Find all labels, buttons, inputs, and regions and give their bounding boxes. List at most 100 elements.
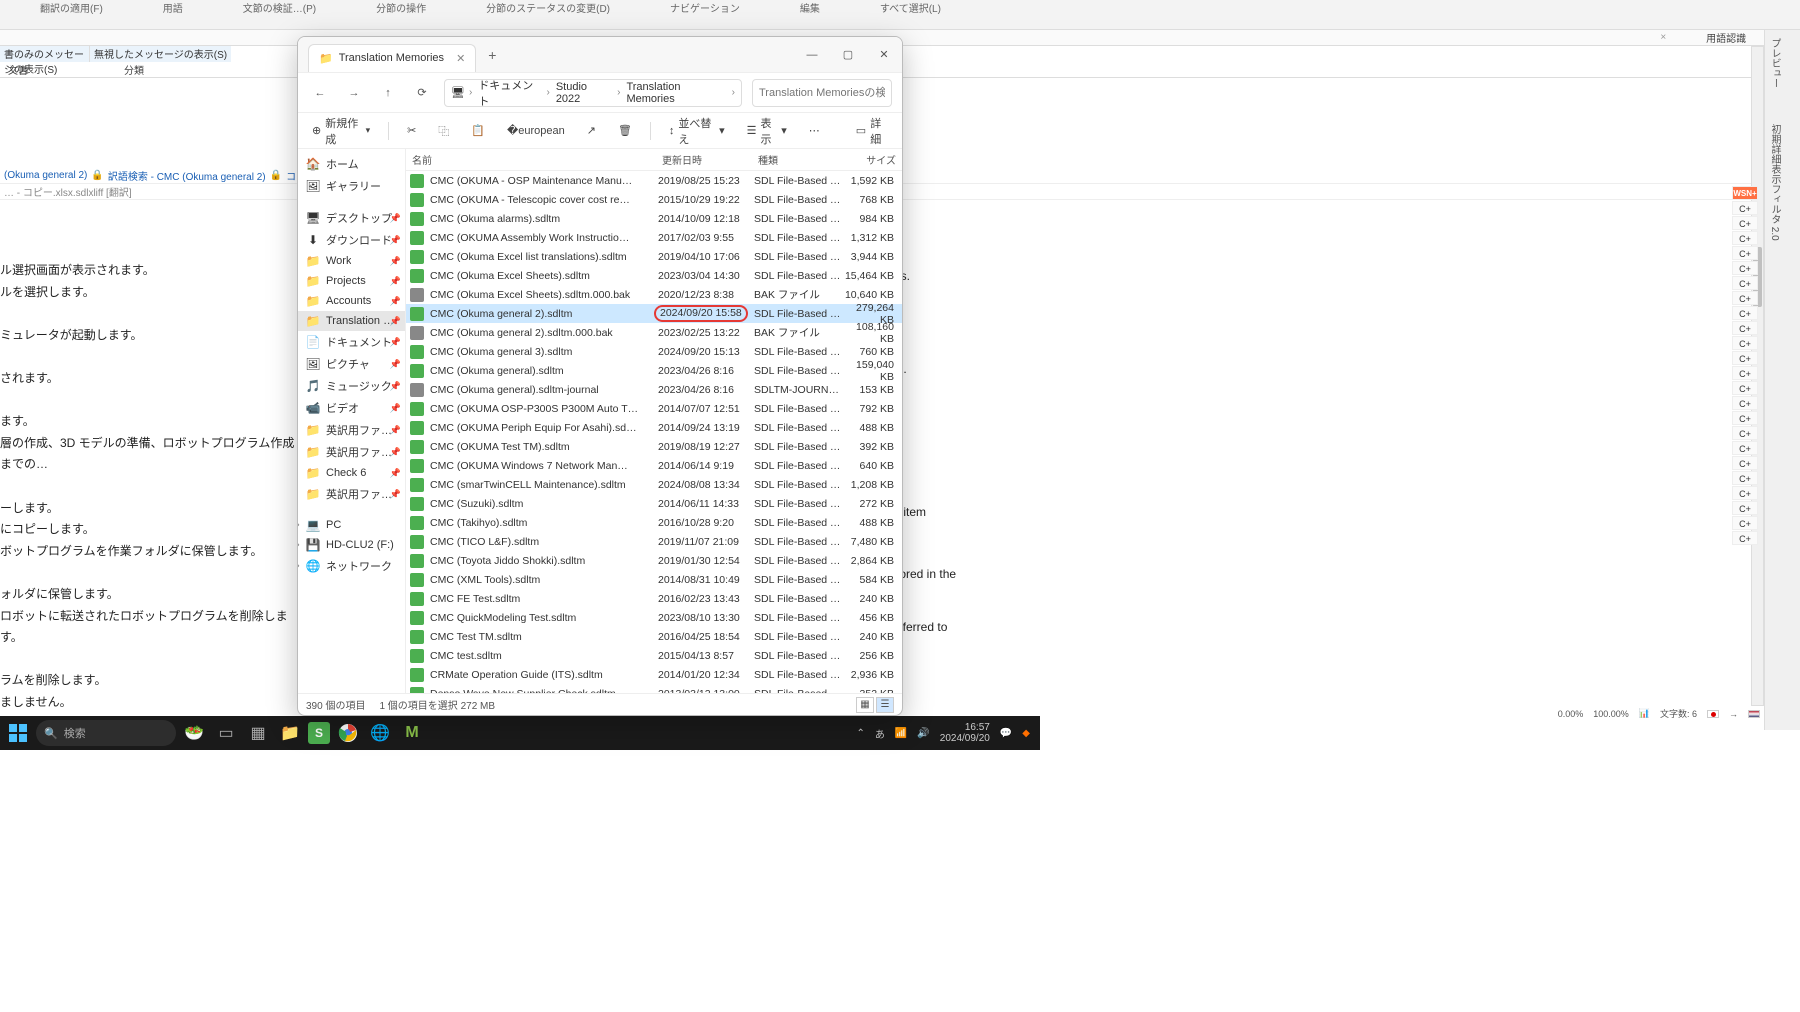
file-row[interactable]: CMC (OKUMA Assembly Work Instructio…2017… — [406, 228, 902, 247]
system-tray[interactable]: ⌃ あ 📶 🔊 16:57 2024/09/20 💬 ◆ — [856, 722, 1036, 744]
taskbar-explorer[interactable]: 📁 — [276, 719, 304, 747]
file-name: CMC (Okuma Excel Sheets).sdltm — [430, 270, 658, 282]
paste-button[interactable]: 📋 — [467, 120, 489, 141]
file-row[interactable]: CMC (Okuma general 3).sdltm2024/09/20 15… — [406, 342, 902, 361]
file-row[interactable]: CMC (XML Tools).sdltm2014/08/31 10:49SDL… — [406, 570, 902, 589]
wifi-icon[interactable]: 📶 — [895, 728, 907, 739]
file-row[interactable]: CMC (Okuma Excel Sheets).sdltm.000.bak20… — [406, 285, 902, 304]
volume-icon[interactable]: 🔊 — [917, 728, 929, 739]
sidebar-item[interactable]: 📄ドキュメント📌 — [298, 331, 405, 353]
sidebar-item[interactable]: 🖼ピクチャ📌 — [298, 353, 405, 375]
file-row[interactable]: CMC (Toyota Jiddo Shokki).sdltm2019/01/3… — [406, 551, 902, 570]
file-row[interactable]: CMC (OKUMA - OSP Maintenance Manu…2019/0… — [406, 171, 902, 190]
close-button[interactable]: ✕ — [866, 37, 902, 73]
column-size[interactable]: サイズ — [842, 152, 902, 167]
file-row[interactable]: CMC (Okuma general).sdltm-journal2023/04… — [406, 380, 902, 399]
taskbar-search[interactable]: 🔍 検索 — [36, 720, 176, 746]
taskbar-studio[interactable]: S — [308, 722, 330, 744]
notifications-icon[interactable]: 💬 — [1000, 728, 1012, 739]
copy-button[interactable]: ⿻ — [434, 119, 453, 143]
back-button[interactable]: ← — [308, 81, 332, 105]
address-bar[interactable]: 🖥 › ドキュメント › Studio 2022 › Translation M… — [444, 79, 742, 107]
copilot-icon[interactable]: ◆ — [1022, 728, 1030, 739]
sort-button[interactable]: ↕並べ替え ▾ — [665, 111, 729, 151]
sidebar-item[interactable]: 📁Accounts📌 — [298, 291, 405, 311]
sidebar-item[interactable]: 📁Work📌 — [298, 251, 405, 271]
taskbar-m-app[interactable]: M — [398, 719, 426, 747]
forward-button[interactable]: → — [342, 81, 366, 105]
sidebar-item[interactable]: 🖼ギャラリー — [298, 175, 405, 197]
sidebar-item[interactable]: ⬇ダウンロード📌 — [298, 229, 405, 251]
sidebar-item[interactable]: 🏠ホーム — [298, 153, 405, 175]
sidebar-item[interactable]: ›💻PC — [298, 515, 405, 535]
file-date: 2023/04/26 8:16 — [658, 365, 754, 377]
column-type[interactable]: 種類 — [752, 152, 842, 167]
delete-button[interactable]: 🗑 — [614, 120, 636, 141]
file-row[interactable]: CMC (Okuma Excel list translations).sdlt… — [406, 247, 902, 266]
file-row[interactable]: CMC FE Test.sdltm2016/02/23 13:43SDL Fil… — [406, 589, 902, 608]
details-button[interactable]: ▭詳細 — [852, 111, 892, 151]
explorer-search[interactable] — [752, 79, 892, 107]
new-tab-button[interactable]: + — [482, 45, 502, 65]
file-row[interactable]: CMC (Suzuki).sdltm2014/06/11 14:33SDL Fi… — [406, 494, 902, 513]
folder-icon: 📄 — [306, 335, 320, 349]
folder-icon: 📁 — [306, 254, 320, 268]
refresh-button[interactable]: ⟳ — [410, 81, 434, 105]
new-button[interactable]: ⊕新規作成 ▾ — [308, 111, 374, 151]
file-row[interactable]: CMC (Okuma Excel Sheets).sdltm2023/03/04… — [406, 266, 902, 285]
file-row[interactable]: CMC QuickModeling Test.sdltm2023/08/10 1… — [406, 608, 902, 627]
sidebar-item[interactable]: 🖥デスクトップ📌 — [298, 207, 405, 229]
column-date[interactable]: 更新日時 — [656, 152, 752, 167]
view-button[interactable]: ☰表示 ▾ — [743, 111, 791, 151]
taskbar-clock[interactable]: 16:57 2024/09/20 — [940, 722, 990, 744]
maximize-button[interactable]: ▢ — [830, 37, 866, 73]
details-view-button[interactable]: ☰ — [876, 697, 894, 713]
up-button[interactable]: ↑ — [376, 81, 400, 105]
more-button[interactable]: ⋯ — [805, 120, 824, 141]
column-name[interactable]: 名前 — [406, 152, 656, 167]
file-row[interactable]: CMC (Okuma general).sdltm2023/04/26 8:16… — [406, 361, 902, 380]
file-row[interactable]: CMC (TICO L&F).sdltm2019/11/07 21:09SDL … — [406, 532, 902, 551]
file-row[interactable]: CMC (OKUMA - Telescopic cover cost re…20… — [406, 190, 902, 209]
minimize-button[interactable]: — — [794, 37, 830, 73]
taskbar-taskview[interactable]: ▭ — [212, 719, 240, 747]
thumbnails-view-button[interactable]: ▦ — [856, 697, 874, 713]
sidebar-item[interactable]: 📁Translation Mem…📌 — [298, 311, 405, 331]
sidebar-item[interactable]: ›💾HD-CLU2 (F:) — [298, 535, 405, 555]
file-row[interactable]: CRMate Operation Guide (ITS).sdltm2014/0… — [406, 665, 902, 684]
tab-close-icon[interactable]: ✕ — [456, 52, 465, 65]
file-row[interactable]: CMC (smarTwinCELL Maintenance).sdltm2024… — [406, 475, 902, 494]
sidebar-item[interactable]: 📁英訳用ファイル📌 — [298, 483, 405, 505]
start-button[interactable] — [4, 719, 32, 747]
file-row[interactable]: CMC (Okuma alarms).sdltm2014/10/09 12:18… — [406, 209, 902, 228]
cut-button[interactable]: ✂ — [403, 120, 420, 141]
sidebar-item[interactable]: 📁英訳用ファイル📌 — [298, 419, 405, 441]
sidebar-item[interactable]: ›🌐ネットワーク — [298, 555, 405, 577]
column-headers[interactable]: 名前 更新日時 種類 サイズ — [406, 149, 902, 171]
taskbar-browser[interactable]: 🌐 — [366, 719, 394, 747]
sidebar-item[interactable]: 📁英訳用ファイル📌 — [298, 441, 405, 463]
source-text-line — [0, 303, 300, 325]
sidebar-item[interactable]: 📁Projects📌 — [298, 271, 405, 291]
file-row[interactable]: CMC (Okuma general 2).sdltm.000.bak2023/… — [406, 323, 902, 342]
taskbar-salad-icon[interactable]: 🥗 — [180, 719, 208, 747]
sidebar-item[interactable]: 📁Check 6📌 — [298, 463, 405, 483]
file-row[interactable]: CMC (OKUMA Test TM).sdltm2019/08/19 12:2… — [406, 437, 902, 456]
file-row[interactable]: CMC (OKUMA Periph Equip For Asahi).sd…20… — [406, 418, 902, 437]
file-row[interactable]: CMC (Okuma general 2).sdltm2024/09/20 15… — [406, 304, 902, 323]
tray-chevron-icon[interactable]: ⌃ — [856, 728, 864, 739]
file-row[interactable]: Denso Wave New Supplier Check.sdltm2013/… — [406, 684, 902, 693]
sidebar-item[interactable]: 🎵ミュージック📌 — [298, 375, 405, 397]
rename-button[interactable]: �european — [503, 120, 569, 141]
file-row[interactable]: CMC test.sdltm2015/04/13 8:57SDL File-Ba… — [406, 646, 902, 665]
taskbar-apps-icon[interactable]: ▦ — [244, 719, 272, 747]
file-row[interactable]: CMC (OKUMA OSP-P300S P300M Auto T…2014/0… — [406, 399, 902, 418]
explorer-tab[interactable]: 📁 Translation Memories ✕ — [308, 44, 476, 72]
file-row[interactable]: CMC (Takihyo).sdltm2016/10/28 9:20SDL Fi… — [406, 513, 902, 532]
taskbar-chrome[interactable] — [334, 719, 362, 747]
file-row[interactable]: CMC Test TM.sdltm2016/04/25 18:54SDL Fil… — [406, 627, 902, 646]
ime-icon[interactable]: あ — [875, 726, 885, 741]
file-row[interactable]: CMC (OKUMA Windows 7 Network Man…2014/06… — [406, 456, 902, 475]
share-button[interactable]: ↗ — [583, 120, 600, 141]
sidebar-item[interactable]: 📹ビデオ📌 — [298, 397, 405, 419]
